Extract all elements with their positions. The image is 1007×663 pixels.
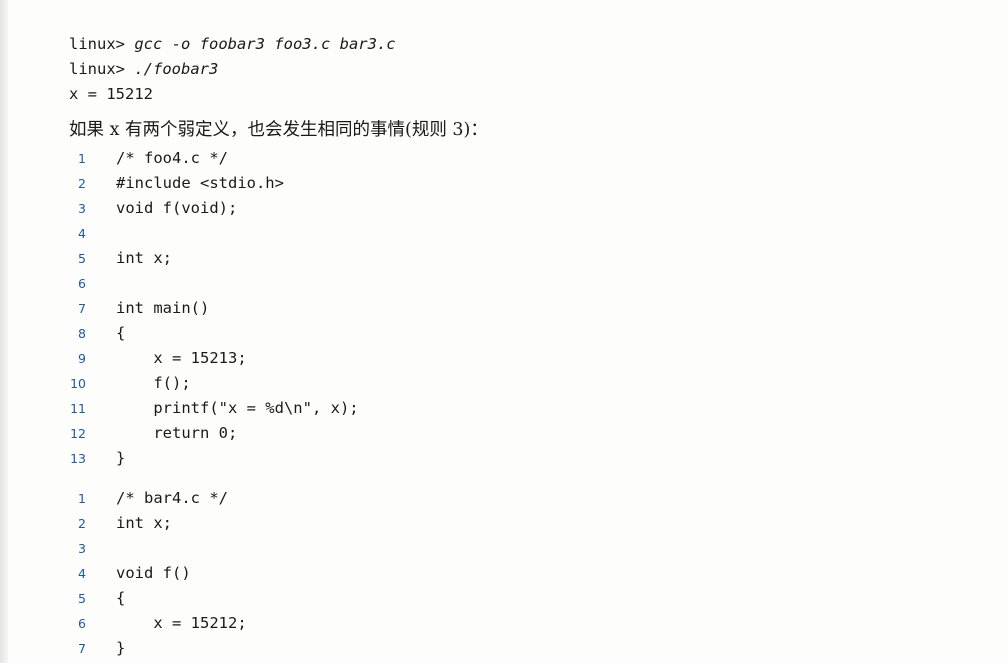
line-number: 2	[78, 176, 86, 191]
line-number: 8	[78, 326, 86, 341]
scan-edge	[0, 0, 8, 663]
code-text: void f(void);	[116, 199, 238, 217]
line-number: 13	[70, 451, 86, 466]
code-text: void f()	[116, 564, 191, 582]
code-text: {	[116, 324, 126, 342]
terminal-prompt: linux>	[69, 35, 135, 53]
line-number: 4	[78, 226, 86, 241]
code-text: return 0;	[116, 424, 238, 442]
code-text: f();	[116, 374, 191, 392]
terminal-command: ./foobar3	[134, 60, 219, 78]
code-text: }	[116, 639, 126, 657]
line-number: 7	[78, 301, 86, 316]
code-text: }	[116, 449, 126, 467]
code-text: int x;	[116, 514, 172, 532]
code-text: x = 15213;	[116, 349, 247, 367]
line-number: 6	[78, 616, 86, 631]
line-number: 5	[78, 251, 86, 266]
code-text: printf("x = %d\n", x);	[116, 399, 359, 417]
code-text: #include <stdio.h>	[116, 174, 284, 192]
line-number: 6	[78, 276, 86, 291]
body-paragraph: 如果 x 有两个弱定义，也会发生相同的事情(规则 3)：	[69, 120, 488, 140]
line-number: 4	[78, 566, 86, 581]
line-number: 1	[78, 491, 86, 506]
code-text: int x;	[116, 249, 172, 267]
code-text: /* bar4.c */	[116, 489, 228, 507]
code-text: /* foo4.c */	[116, 149, 228, 167]
terminal-line: linux> ./foobar3	[69, 57, 396, 82]
terminal-line: linux> gcc -o foobar3 foo3.c bar3.c	[69, 32, 396, 57]
line-number: 12	[70, 426, 86, 441]
line-number: 2	[78, 516, 86, 531]
terminal-session: linux> gcc -o foobar3 foo3.c bar3.c linu…	[69, 32, 396, 107]
terminal-prompt: linux>	[69, 60, 135, 78]
line-number: 9	[78, 351, 86, 366]
line-number: 5	[78, 591, 86, 606]
document-page: linux> gcc -o foobar3 foo3.c bar3.c linu…	[0, 0, 1007, 663]
line-number: 10	[70, 376, 86, 391]
code-text: x = 15212;	[116, 614, 247, 632]
line-number: 1	[78, 151, 86, 166]
code-text: int main()	[116, 299, 210, 317]
line-number: 3	[78, 201, 86, 216]
line-number: 11	[70, 401, 86, 416]
terminal-command: gcc -o foobar3 foo3.c bar3.c	[134, 35, 396, 53]
line-number: 3	[78, 541, 86, 556]
code-text: {	[116, 589, 126, 607]
terminal-output: x = 15212	[69, 85, 153, 103]
line-number: 7	[78, 641, 86, 656]
